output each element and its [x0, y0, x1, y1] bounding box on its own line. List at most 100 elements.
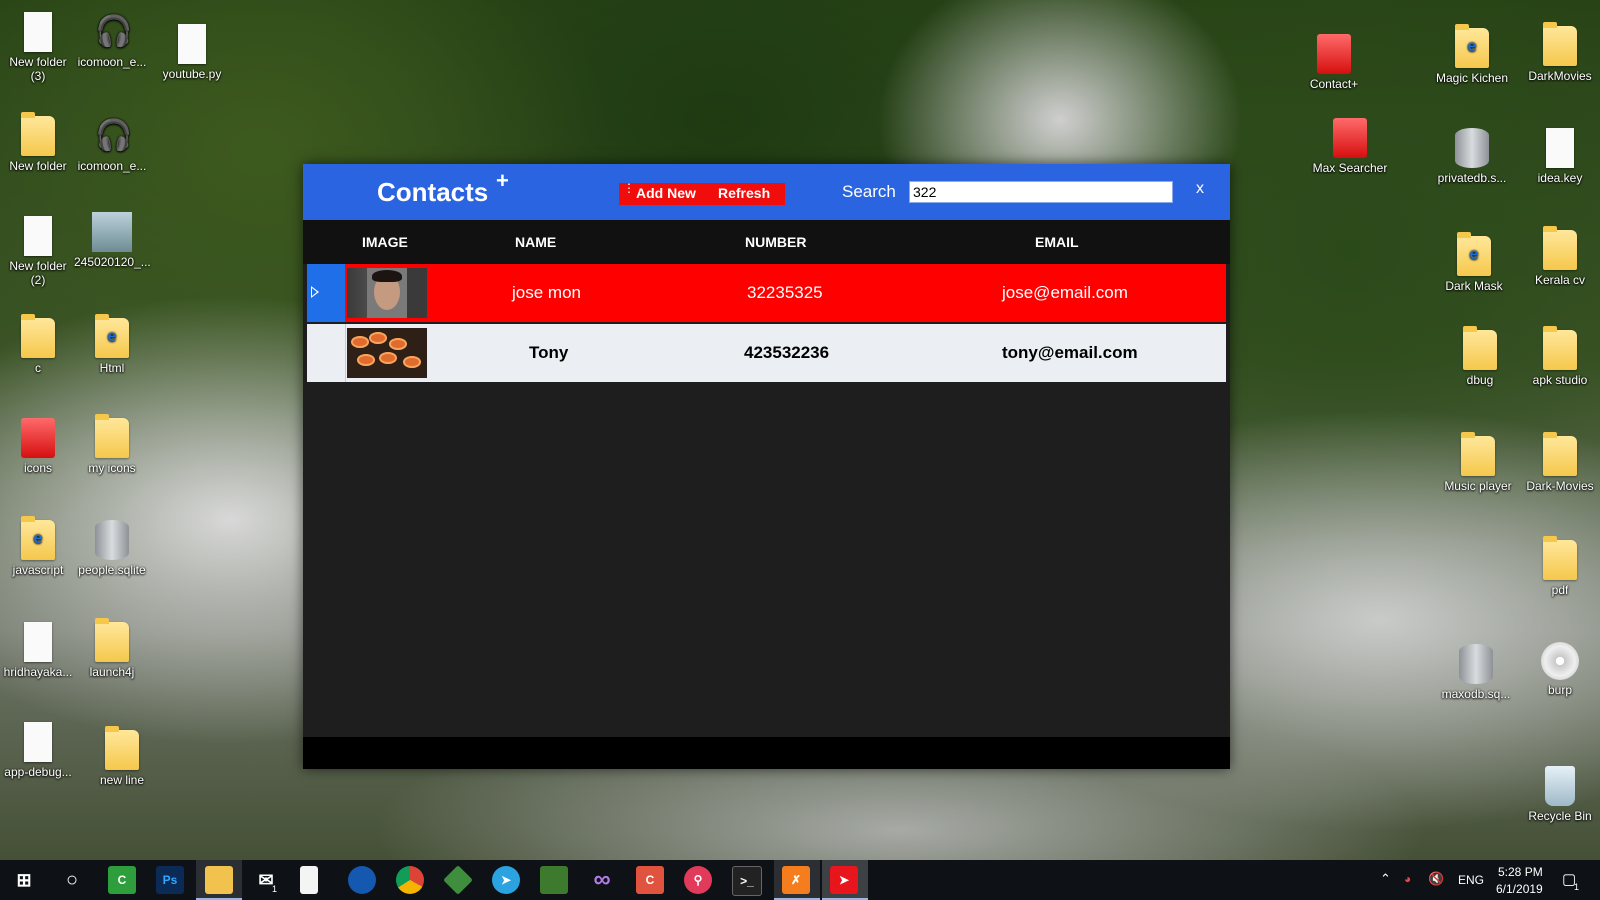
close-button[interactable]: x: [1196, 180, 1204, 198]
desktop-icon-contact-plus[interactable]: Contact+: [1296, 34, 1372, 91]
contact-email: tony@email.com: [1002, 343, 1138, 362]
table-row[interactable]: Tony 423532236 tony@email.com: [307, 324, 1226, 382]
desktop-icon-label: Contact+: [1309, 77, 1359, 91]
file-icon: [1546, 128, 1574, 168]
c-app-icon[interactable]: C: [636, 866, 664, 894]
search-input[interactable]: [909, 181, 1173, 203]
desktop-icon-dbug[interactable]: dbug: [1442, 326, 1518, 387]
search-app-icon[interactable]: ⚲: [684, 866, 712, 894]
desktop-icon-c[interactable]: c: [0, 314, 76, 375]
desktop-icon-my-icons[interactable]: my icons: [74, 414, 150, 475]
windows-start-icon[interactable]: ⊞: [10, 866, 38, 894]
desktop-icon-app-debug[interactable]: app-debug...: [0, 722, 76, 779]
desktop-icon-label: Dark Mask: [1445, 279, 1503, 293]
desktop-icon-label: Dark-Movies: [1526, 479, 1594, 493]
desktop-icon-label: launch4j: [89, 665, 135, 679]
desktop-icon-launch4j[interactable]: launch4j: [74, 618, 150, 679]
desktop-icon-kerala-cv[interactable]: Kerala cv: [1522, 226, 1598, 287]
table-row[interactable]: jose mon 32235325 jose@email.com: [307, 264, 1226, 322]
sublime-icon[interactable]: [443, 865, 473, 895]
desktop-icon-photo[interactable]: 245020120_...: [74, 212, 151, 269]
column-header-number[interactable]: NUMBER: [745, 234, 806, 250]
photoshop-icon[interactable]: Ps: [156, 866, 184, 894]
desktop-icon-label: hridhayaka...: [3, 665, 73, 679]
spreadsheet-icon[interactable]: [540, 866, 568, 894]
clock-date[interactable]: 6/1/2019: [1496, 882, 1543, 896]
window-header[interactable]: Contacts + ⋮ Add New Refresh Search x: [303, 164, 1230, 220]
desktop-icon-label: icons: [23, 461, 52, 475]
desktop-icon-javascript[interactable]: e javascript: [0, 516, 76, 577]
desktop-icon-new-folder-3[interactable]: New folder (3): [0, 12, 76, 83]
network-icon[interactable]: ◕: [1404, 872, 1411, 886]
file-icon: [24, 722, 52, 762]
desktop-icon-privatedb[interactable]: privatedb.s...: [1434, 128, 1510, 185]
clock-time[interactable]: 5:28 PM: [1498, 865, 1543, 879]
show-hidden-icons-chevron-icon[interactable]: ⌃: [1380, 871, 1391, 887]
folder-icon: [95, 618, 129, 662]
desktop-icon-recycle-bin[interactable]: Recycle Bin: [1522, 766, 1598, 823]
desktop-icon-dark-movies[interactable]: Dark-Movies: [1522, 432, 1598, 493]
firefox-icon[interactable]: [348, 866, 376, 894]
desktop-icon-maxodb[interactable]: maxodb.sq...: [1438, 644, 1514, 701]
desktop-icon-people-sqlite[interactable]: people.sqlite: [74, 520, 150, 577]
notepad-icon[interactable]: [300, 866, 318, 894]
food-photo-icon: [347, 328, 427, 378]
desktop-icon-new-line[interactable]: new line: [84, 726, 160, 787]
desktop-icon-icons[interactable]: icons: [0, 418, 76, 475]
volume-muted-icon[interactable]: 🔇: [1428, 871, 1444, 887]
camtasia-icon[interactable]: C: [108, 866, 136, 894]
red-folder-icon: [21, 418, 55, 458]
column-header-name[interactable]: NAME: [515, 234, 556, 250]
desktop-icon-new-folder-2[interactable]: New folder (2): [0, 216, 76, 287]
language-indicator[interactable]: ENG: [1458, 873, 1484, 887]
desktop-icon-apk-studio[interactable]: apk studio: [1522, 326, 1598, 387]
desktop-icon-youtube-py[interactable]: youtube.py: [154, 24, 230, 81]
desktop-icon-new-folder[interactable]: New folder: [0, 112, 76, 173]
desktop-icon-icomoon-1[interactable]: 🎧 icomoon_e...: [74, 12, 150, 69]
desktop-icon-label: New folder: [9, 159, 67, 173]
column-header-image[interactable]: IMAGE: [362, 234, 408, 250]
desktop-icon-label: app-debug...: [4, 765, 72, 779]
add-new-button[interactable]: Add New: [636, 185, 696, 201]
chrome-icon[interactable]: [396, 866, 424, 894]
desktop-icon-hridhayaka[interactable]: hridhayaka...: [0, 622, 76, 679]
refresh-button[interactable]: Refresh: [718, 185, 770, 201]
desktop-icon-pdf[interactable]: pdf: [1522, 536, 1598, 597]
folder-icon: [21, 314, 55, 358]
cortana-search-icon[interactable]: ○: [58, 866, 86, 894]
desktop-icon-label: dbug: [1466, 373, 1494, 387]
desktop-icon-magic-kichen[interactable]: e Magic Kichen: [1434, 24, 1510, 85]
headphones-icon: 🎧: [95, 119, 133, 152]
contact-name: jose mon: [512, 283, 581, 302]
mail-badge: 1: [272, 884, 278, 894]
desktop-icon-label: burp: [1547, 683, 1573, 697]
folder-icon: [21, 112, 55, 156]
telegram-icon[interactable]: ➤: [492, 866, 520, 894]
column-header-email[interactable]: EMAIL: [1035, 234, 1079, 250]
desktop-icon-label: my icons: [88, 461, 136, 475]
desktop-icon-icomoon-2[interactable]: 🎧 icomoon_e...: [74, 116, 150, 173]
file-explorer-icon[interactable]: [205, 866, 233, 894]
desktop-icon-idea-key[interactable]: idea.key: [1522, 128, 1598, 185]
visual-studio-icon[interactable]: ∞: [588, 866, 616, 894]
desktop-icon-label: Kerala cv: [1534, 273, 1586, 287]
folder-icon: [1461, 432, 1495, 476]
drag-grip-icon[interactable]: ⋮: [623, 182, 635, 194]
python-file-icon: [178, 24, 206, 64]
desktop-icon-label: pdf: [1551, 583, 1569, 597]
desktop-icon-burp[interactable]: burp: [1522, 642, 1598, 697]
desktop-icon-darkmovies[interactable]: DarkMovies: [1522, 22, 1598, 83]
contacts-app-taskbar-icon[interactable]: ➤: [830, 866, 858, 894]
notification-badge: 1: [1574, 882, 1580, 892]
xampp-icon[interactable]: ✗: [782, 866, 810, 894]
row-selector[interactable]: [307, 324, 346, 382]
folder-icon: [1543, 326, 1577, 370]
desktop-icon-dark-mask[interactable]: e Dark Mask: [1436, 232, 1512, 293]
desktop-icon-max-searcher[interactable]: Max Searcher: [1312, 118, 1388, 175]
contact-number: 32235325: [747, 283, 823, 302]
row-selector[interactable]: [307, 264, 345, 322]
desktop-icon-music-player[interactable]: Music player: [1440, 432, 1516, 493]
desktop-icon-html[interactable]: e Html: [74, 314, 150, 375]
terminal-icon[interactable]: >_: [732, 866, 762, 896]
window-status-bar: [303, 737, 1230, 769]
